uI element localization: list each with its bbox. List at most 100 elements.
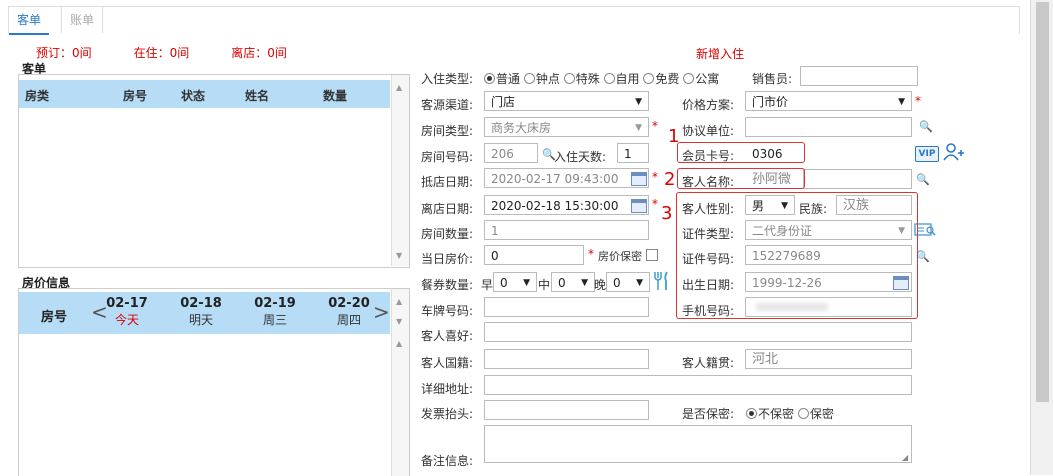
date-col-4: 02-20 周四 [319,296,379,328]
room-count-input[interactable]: 1 [484,220,649,240]
native-place-input[interactable]: 河北 [745,349,912,369]
stay-days-label: 入住天数: [554,150,607,164]
price-plan-label: 价格方案: [682,98,735,112]
room-no-input[interactable]: 206 [484,143,538,163]
order-grid-header: 房类 房号 状态 姓名 数量 [19,80,390,108]
lunch-select[interactable]: 0 [551,272,595,292]
resize-handle-icon[interactable]: ◢ [902,453,908,462]
annotation-label-2: 2 [664,169,676,190]
annotation-box-3 [676,192,918,319]
radio-free-label: 免费 [655,72,680,86]
departure-input[interactable]: 2020-02-18 15:30:00 [484,195,649,215]
tab-order[interactable]: 客单 [9,7,50,35]
search-icon[interactable]: 🔍 [916,173,930,186]
search-icon[interactable]: 🔍 [916,250,930,263]
arrival-label: 抵店日期: [421,175,474,189]
left-count: 离店：0间 [231,46,287,60]
checkin-type-label: 入住类型: [421,72,474,86]
radio-hourly-label: 钟点 [535,72,560,86]
required-mark: * [652,197,658,211]
fork-knife-icon[interactable] [653,271,671,294]
radio-self-use[interactable] [603,73,615,84]
radio-confidential[interactable] [797,408,809,419]
order-panel: 房类 房号 状态 姓名 数量 ▲ ▼ [18,74,410,268]
checkin-type-radios: 普通 钟点 特殊 自用 免费 公寓 [484,70,719,87]
plate-input[interactable] [484,297,649,317]
dinner-select[interactable]: 0 [606,272,650,292]
meal-label: 餐券数量: [421,278,474,292]
price-secret-checkbox[interactable] [646,249,658,261]
address-input[interactable] [484,375,912,395]
date-3: 02-19 [254,296,296,311]
room-type-label: 房间类型: [421,124,474,138]
room-type-select[interactable]: 商务大床房 [484,117,649,137]
price-secret-label: 房价保密 [598,250,642,263]
col-room-no[interactable]: 房号 [123,87,147,104]
reserved-count: 预订：0间 [36,46,92,60]
add-user-icon[interactable] [943,142,965,165]
room-counts: 预订：0间 在住：0间 离店：0间 [36,44,329,61]
required-mark: * [652,119,658,133]
tab-bill[interactable]: 账单 [61,7,104,33]
price-grid-scrollbar[interactable]: ▲ ▼ ▲ [391,289,409,476]
scroll-down-icon[interactable]: ▼ [396,251,402,260]
room-no-label: 房间号码: [421,150,474,164]
price-plan-select[interactable]: 门市价 [745,91,912,111]
calendar-icon[interactable] [631,199,647,213]
invoice-input[interactable] [484,400,649,420]
radio-not-confidential[interactable] [746,408,757,419]
radio-apartment[interactable] [683,73,695,84]
price-room-col: 房号 [41,310,68,325]
breakfast-select[interactable]: 0 [493,272,537,292]
hobby-input[interactable] [484,322,912,342]
breakfast-label: 早 [481,278,494,292]
order-grid-scrollbar[interactable]: ▲ ▼ [391,75,409,266]
price-panel: 房号 < 02-17 今天 02-18 明天 02-19 周三 02-20 周四 > ▲… [18,288,410,476]
search-icon[interactable]: 🔍 [919,120,933,133]
vip-icon[interactable]: VIP [915,146,939,162]
guest-name-extension[interactable] [803,169,912,189]
next-date-icon[interactable]: > [373,300,390,324]
date-2: 02-18 [180,296,222,311]
invoice-label: 发票抬头: [421,407,474,421]
room-count-label: 房间数量: [421,227,474,241]
col-quantity[interactable]: 数量 [323,87,347,104]
arrival-input[interactable]: 2020-02-17 09:43:00 [484,168,649,188]
salesperson-input[interactable] [800,66,918,86]
radio-free[interactable] [643,73,655,84]
col-name[interactable]: 姓名 [245,87,269,104]
scroll-up-icon[interactable]: ▲ [396,83,402,92]
scroll-up-icon[interactable]: ▲ [396,339,402,348]
scroll-up-icon[interactable]: ▲ [396,297,402,306]
lunch-label: 中 [538,278,551,292]
stay-days-input[interactable]: 1 [617,143,649,163]
confidential-label: 是否保密: [682,407,735,421]
col-room-type[interactable]: 房类 [25,87,49,104]
address-label: 详细地址: [421,382,474,396]
remarks-label: 备注信息: [421,454,474,468]
required-mark: * [588,247,594,261]
annotation-label-3: 3 [661,203,673,224]
scrollbar-thumb[interactable] [1036,2,1049,402]
day-price-input[interactable]: 0 [484,245,584,265]
departure-label: 离店日期: [421,202,474,216]
calendar-icon[interactable] [631,172,647,186]
radio-special[interactable] [563,73,575,84]
nationality-input[interactable] [484,349,649,369]
page-scrollbar[interactable] [1030,0,1053,475]
radio-hourly[interactable] [523,73,535,84]
radio-confidential-label: 保密 [809,407,834,421]
dinner-label: 晚 [594,278,607,292]
scroll-down-icon[interactable]: ▼ [396,317,402,326]
annotation-box-1 [677,142,805,163]
remarks-textarea[interactable] [484,425,912,463]
agreement-unit-label: 协议单位: [682,124,735,138]
annotation-label-1: 1 [668,126,680,147]
radio-normal[interactable] [484,73,495,84]
required-mark: * [652,170,658,184]
col-status[interactable]: 状态 [181,87,205,104]
date-col-3: 02-19 周三 [245,296,305,328]
source-select[interactable]: 门店 [484,91,649,111]
source-label: 客源渠道: [421,98,474,112]
agreement-unit-input[interactable] [745,117,912,137]
